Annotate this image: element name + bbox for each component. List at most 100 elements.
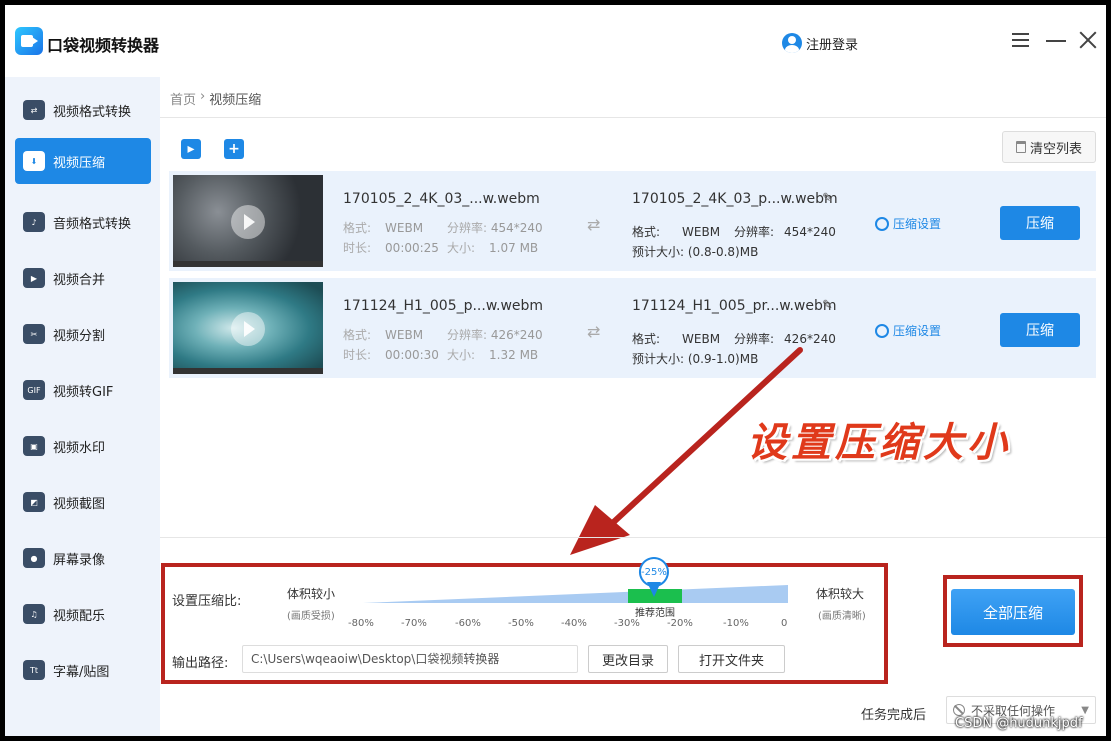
video-thumbnail[interactable] xyxy=(173,282,323,374)
source-resolution: 分辨率: 426*240 xyxy=(447,326,543,343)
source-size: 大小: 1.07 MB xyxy=(447,239,538,256)
source-duration: 时长: 00:00:30 xyxy=(343,346,439,363)
sidebar-item-format-convert[interactable]: ⇄ 视频格式转换 xyxy=(15,87,151,133)
split-icon: ✂ xyxy=(23,324,45,344)
shuffle-icon: ⇄ xyxy=(587,215,601,234)
source-format: 格式: WEBM xyxy=(343,219,423,236)
play-icon[interactable] xyxy=(231,205,265,239)
video-thumbnail[interactable] xyxy=(173,175,323,267)
sidebar-item-music[interactable]: ♫ 视频配乐 xyxy=(15,591,151,637)
tick-label: -80% xyxy=(348,618,374,629)
gif-icon: GIF xyxy=(23,380,45,400)
source-duration-value: 00:00:25 xyxy=(385,241,439,255)
ban-icon xyxy=(953,704,965,716)
tick-label: -50% xyxy=(508,618,534,629)
screenshot-icon: ◩ xyxy=(23,492,45,512)
output-resolution-label: 分辨率: xyxy=(734,332,775,346)
breadcrumb-current: 视频压缩 xyxy=(209,93,262,108)
sidebar-item-label: 视频配乐 xyxy=(53,608,106,624)
trash-icon xyxy=(1015,141,1026,153)
sidebar-item-split[interactable]: ✂ 视频分割 xyxy=(15,311,151,357)
small-size-sublabel: (画质受损) xyxy=(287,611,335,622)
output-path-field[interactable]: C:\Users\wqeaoiw\Desktop\口袋视频转换器 xyxy=(242,645,578,673)
compress-settings-link[interactable]: 压缩设置 xyxy=(875,322,941,339)
sidebar-item-label: 视频截图 xyxy=(53,496,106,512)
source-resolution-label: 分辨率: xyxy=(447,221,488,235)
compress-button[interactable]: 压缩 xyxy=(1000,313,1080,347)
source-duration-value: 00:00:30 xyxy=(385,348,439,362)
watermark-icon: ▣ xyxy=(23,436,45,456)
sidebar-item-audio-convert[interactable]: ♪ 音频格式转换 xyxy=(15,199,151,245)
header-divider xyxy=(160,117,1106,118)
output-format-value: WEBM xyxy=(682,225,721,239)
source-format: 格式: WEBM xyxy=(343,326,423,343)
compress-settings-link[interactable]: 压缩设置 xyxy=(875,215,941,232)
source-format-label: 格式: xyxy=(343,328,372,342)
panel-divider xyxy=(160,537,1106,538)
audio-icon: ♪ xyxy=(23,212,45,232)
play-icon[interactable] xyxy=(231,312,265,346)
sidebar-item-label: 屏幕录像 xyxy=(53,552,106,568)
source-file-name: 170105_2_4K_03_...w.webm xyxy=(343,191,540,207)
tick-label: 0 xyxy=(781,618,788,629)
small-size-label: 体积较小 xyxy=(287,587,336,601)
minimize-icon[interactable] xyxy=(1045,29,1067,51)
add-video-icon[interactable]: ▸ xyxy=(181,139,201,159)
source-format-value: WEBM xyxy=(385,328,424,342)
subtitle-icon: Tt xyxy=(23,660,45,680)
sidebar-item-screenshot[interactable]: ◩ 视频截图 xyxy=(15,479,151,525)
login-button[interactable]: 注册登录 xyxy=(782,33,858,53)
watermark-text: CSDN @hudunkjpdf xyxy=(955,716,1083,731)
menu-icon[interactable] xyxy=(1010,29,1032,51)
title-bar: 口袋视频转换器 注册登录 xyxy=(5,5,1106,77)
sidebar-item-watermark[interactable]: ▣ 视频水印 xyxy=(15,423,151,469)
breadcrumb-separator: › xyxy=(200,89,206,104)
sidebar-item-label: 视频压缩 xyxy=(53,155,106,171)
add-folder-icon[interactable]: + xyxy=(224,139,244,159)
source-format-value: WEBM xyxy=(385,221,424,235)
sidebar-item-compress[interactable]: ⬇ 视频压缩 xyxy=(15,138,151,184)
merge-icon: ▶ xyxy=(23,268,45,288)
compress-all-button[interactable]: 全部压缩 xyxy=(951,589,1075,635)
tick-label: -10% xyxy=(723,618,749,629)
edit-name-icon[interactable]: ✎ xyxy=(822,191,833,206)
output-format: 格式: WEBM xyxy=(632,330,720,347)
output-estimated-size: 预计大小: (0.9-1.0)MB xyxy=(632,352,759,366)
annotation-text: 设置压缩大小 xyxy=(747,420,1011,466)
change-directory-button[interactable]: 更改目录 xyxy=(588,645,668,673)
source-duration-label: 时长: xyxy=(343,348,372,362)
slider-value: -25% xyxy=(641,567,667,578)
compress-settings-label: 压缩设置 xyxy=(893,324,942,338)
breadcrumb-home[interactable]: 首页 xyxy=(170,89,196,108)
sidebar-item-label: 视频合并 xyxy=(53,272,106,288)
app-title: 口袋视频转换器 xyxy=(47,36,160,55)
tick-label: -60% xyxy=(455,618,481,629)
sidebar-item-merge[interactable]: ▶ 视频合并 xyxy=(15,255,151,301)
sidebar-item-label: 视频格式转换 xyxy=(53,104,132,120)
source-duration: 时长: 00:00:25 xyxy=(343,239,439,256)
large-size-sublabel: (画质清晰) xyxy=(818,611,866,622)
close-icon[interactable] xyxy=(1077,29,1099,51)
open-folder-button[interactable]: 打开文件夹 xyxy=(678,645,785,673)
file-row: 171124_H1_005_p...w.webm 格式: WEBM 分辨率: 42… xyxy=(169,278,1096,378)
source-size-label: 大小: xyxy=(447,241,476,255)
sidebar-item-record[interactable]: ● 屏幕录像 xyxy=(15,535,151,581)
file-row: 170105_2_4K_03_...w.webm 格式: WEBM 分辨率: 45… xyxy=(169,171,1096,271)
output-path-label: 输出路径: xyxy=(172,656,229,671)
tick-label: -20% xyxy=(667,618,693,629)
source-size-label: 大小: xyxy=(447,348,476,362)
sidebar-item-gif[interactable]: GIF 视频转GIF xyxy=(15,367,151,413)
source-resolution-label: 分辨率: xyxy=(447,328,488,342)
compress-button[interactable]: 压缩 xyxy=(1000,206,1080,240)
user-icon xyxy=(782,33,802,53)
recommend-label: 推荐范围 xyxy=(635,608,675,619)
output-file-name: 171124_H1_005_pr...w.webm xyxy=(632,298,837,314)
sidebar-item-subtitle[interactable]: Tt 字幕/贴图 xyxy=(15,647,151,693)
task-after-label: 任务完成后 xyxy=(861,708,927,723)
clear-list-button[interactable]: 清空列表 xyxy=(1002,131,1096,163)
thumbnail-bar xyxy=(173,368,323,374)
output-format-value: WEBM xyxy=(682,332,721,346)
edit-name-icon[interactable]: ✎ xyxy=(822,298,833,313)
source-size-value: 1.07 MB xyxy=(489,241,539,255)
sidebar-item-label: 视频转GIF xyxy=(53,384,114,400)
